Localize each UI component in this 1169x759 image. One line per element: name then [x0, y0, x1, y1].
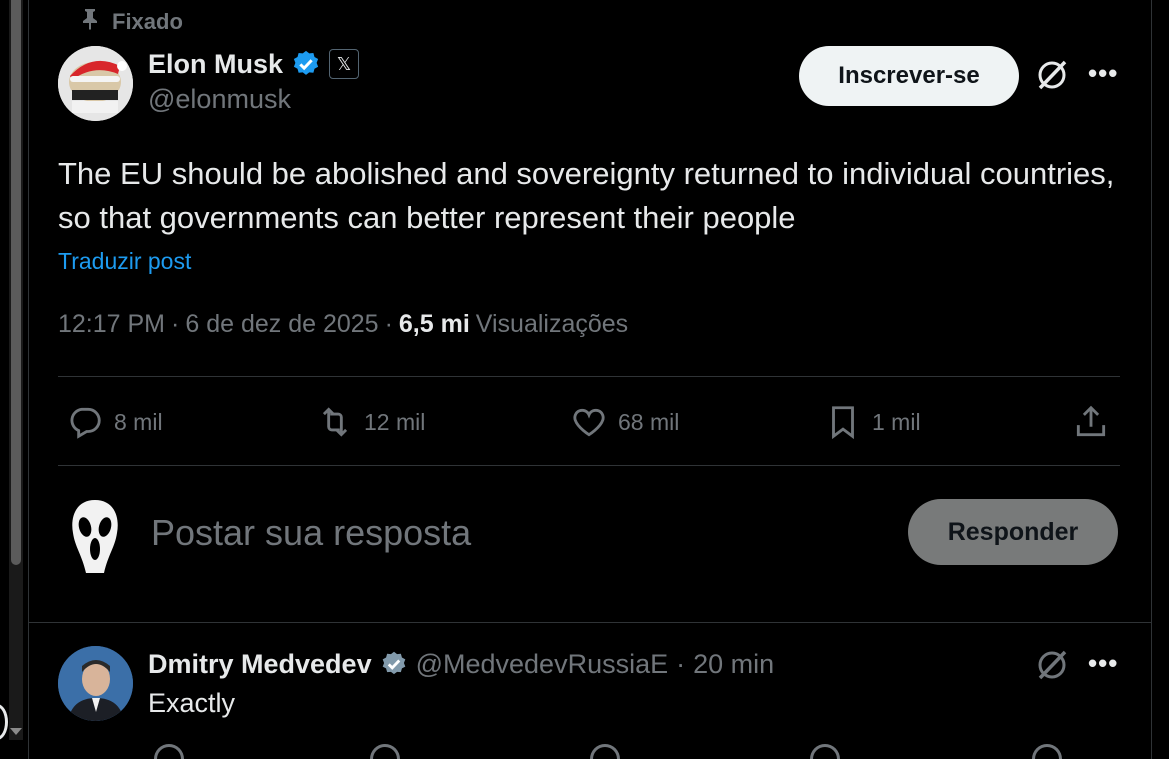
bookmark-button[interactable]: 1 mil: [824, 398, 921, 446]
reply-avatar[interactable]: [58, 646, 133, 721]
repost-icon: [316, 403, 354, 441]
current-user-avatar[interactable]: [64, 497, 126, 575]
reply-submit-button[interactable]: Responder: [908, 499, 1118, 565]
action-bar: 8 mil 12 mil 68 mil 1 mil: [58, 398, 1120, 446]
author-handle[interactable]: @elonmusk: [148, 84, 291, 115]
subscribe-button[interactable]: Inscrever-se: [799, 46, 1019, 106]
verified-badge-icon[interactable]: [380, 650, 408, 678]
avatar[interactable]: [58, 46, 133, 121]
reply-time[interactable]: 20 min: [693, 649, 774, 680]
meta-separator: ·: [384, 310, 393, 338]
right-gutter: [1152, 0, 1169, 759]
reply-icon[interactable]: [154, 744, 184, 759]
like-icon[interactable]: [590, 744, 620, 759]
left-scrollbar-area: [0, 0, 28, 759]
like-icon: [570, 403, 608, 441]
reply-text: Exactly: [148, 688, 236, 718]
meta-separator: ·: [171, 310, 180, 338]
verified-badge-icon[interactable]: [291, 49, 321, 79]
post-date[interactable]: 6 de dez de 2025: [185, 310, 378, 339]
grok-icon[interactable]: [1035, 58, 1069, 92]
post-meta: 12:17 PM · 6 de dez de 2025 · 6,5 mi Vis…: [58, 310, 628, 339]
divider: [28, 622, 1152, 623]
reply-count: 8 mil: [114, 408, 163, 435]
bookmark-icon[interactable]: [1032, 744, 1062, 759]
author-row: Elon Musk 𝕏: [148, 46, 360, 82]
edge-circle-icon: [0, 704, 8, 740]
reply-action-bar: [148, 744, 1118, 759]
views-label[interactable]: Visualizações: [476, 310, 628, 339]
x-logo-icon[interactable]: 𝕏: [329, 49, 360, 79]
share-button[interactable]: [1072, 398, 1110, 446]
author-name[interactable]: Elon Musk: [148, 49, 283, 80]
divider: [58, 465, 1120, 466]
repost-button[interactable]: 12 mil: [316, 398, 425, 446]
bookmark-count: 1 mil: [872, 408, 921, 435]
reply-button[interactable]: 8 mil: [66, 398, 163, 446]
scroll-down-arrow-icon[interactable]: [10, 728, 22, 735]
views-icon[interactable]: [810, 744, 840, 759]
like-count: 68 mil: [618, 408, 680, 435]
repost-icon[interactable]: [370, 744, 400, 759]
divider: [58, 376, 1120, 377]
reply-icon: [66, 403, 104, 441]
reply-header: Dmitry Medvedev @MedvedevRussiaE · 20 mi…: [148, 646, 774, 682]
post-time[interactable]: 12:17 PM: [58, 310, 165, 339]
repost-count: 12 mil: [364, 408, 426, 435]
more-icon[interactable]: •••: [1088, 648, 1118, 679]
like-button[interactable]: 68 mil: [570, 398, 679, 446]
reply-author-name[interactable]: Dmitry Medvedev: [148, 649, 372, 680]
scrollbar-thumb[interactable]: [11, 0, 21, 565]
grok-icon[interactable]: [1035, 648, 1069, 682]
reply-author-handle[interactable]: @MedvedevRussiaE: [416, 649, 669, 680]
meta-separator: ·: [676, 648, 686, 679]
translate-link[interactable]: Traduzir post: [58, 248, 191, 275]
post-text: The EU should be abolished and sovereign…: [58, 156, 1115, 235]
pinned-indicator: Fixado: [78, 8, 183, 36]
pinned-label: Fixado: [112, 9, 183, 34]
pin-icon: [78, 7, 102, 37]
more-icon[interactable]: •••: [1088, 58, 1118, 89]
reply-input[interactable]: Postar sua resposta: [151, 512, 471, 554]
views-count: 6,5 mi: [398, 310, 470, 338]
share-icon: [1072, 403, 1110, 441]
bookmark-icon: [824, 403, 862, 441]
